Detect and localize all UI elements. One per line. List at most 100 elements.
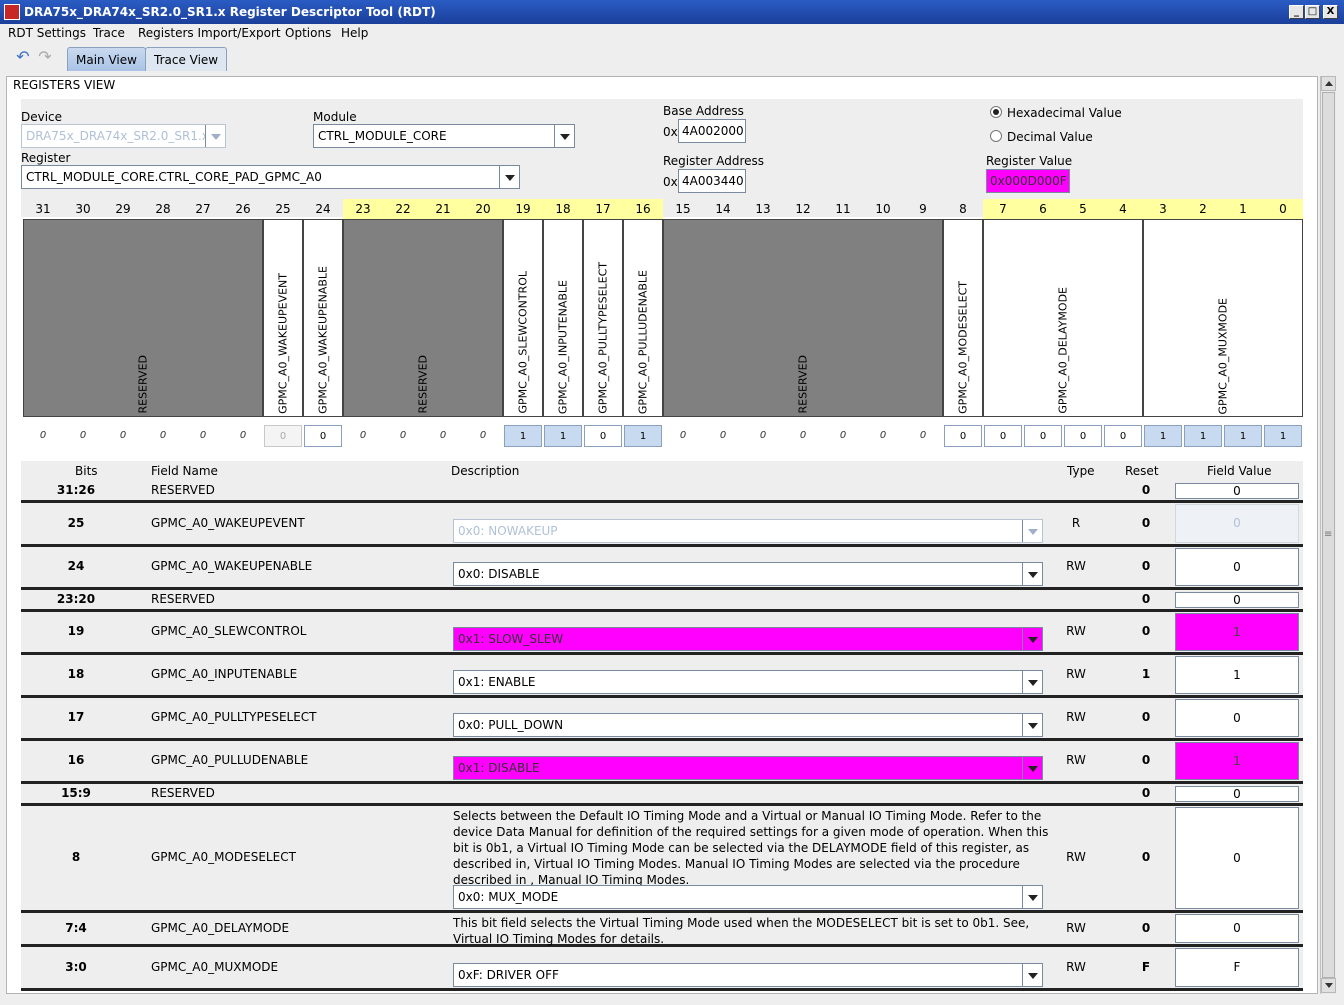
bit-number: 0 [1263,199,1303,219]
chevron-down-icon [554,125,574,147]
undo-icon[interactable]: ↶ [14,48,32,66]
bit-field[interactable]: GPMC_A0_WAKEUPENABLE [303,219,343,417]
field-name: GPMC_A0_MODESELECT [151,850,296,864]
menu-help[interactable]: Help [341,26,368,40]
maximize-button[interactable]: □ [1305,5,1320,19]
bit-number: 3 [1143,199,1183,219]
scroll-up-button[interactable] [1321,76,1336,91]
field-value-input[interactable]: 0 [1175,786,1299,802]
field-type: RW [1066,624,1086,638]
register-address-field[interactable]: 4A003440 [678,169,746,193]
field-value-input[interactable]: 0 [1175,504,1299,543]
field-value-combo[interactable]: 0x0: PULL_DOWN [453,713,1043,737]
field-value-input[interactable]: 0 [1175,548,1299,586]
bit-field[interactable]: GPMC_A0_MODESELECT [943,219,983,417]
base-address-field[interactable]: 4A002000 [678,119,746,143]
bit-value[interactable]: 1 [1144,425,1182,447]
bit-field[interactable]: GPMC_A0_WAKEUPEVENT [263,219,303,417]
bit-value: 0 [399,430,407,441]
bit-value[interactable]: 1 [504,425,542,447]
bit-field[interactable]: GPMC_A0_DELAYMODE [983,219,1143,417]
bit-value: 0 [439,430,447,441]
field-value-input[interactable]: 0 [1175,807,1299,909]
bit-value: 0 [759,430,767,441]
bit-value[interactable]: 1 [1264,425,1302,447]
scroll-down-button[interactable] [1321,978,1336,993]
field-value-input[interactable]: F [1175,948,1299,987]
bit-value[interactable]: 1 [544,425,582,447]
bit-number: 31 [35,202,51,216]
field-value-combo[interactable]: 0x0: DISABLE [453,562,1043,586]
chevron-down-icon [499,166,519,188]
field-value-input[interactable]: 0 [1175,914,1299,943]
device-combo[interactable]: DRA75x_DRA74x_SR2.0_SR1.x [21,124,226,148]
field-value-input[interactable]: 0 [1175,699,1299,737]
bit-value[interactable]: 0 [1104,425,1142,447]
field-value-combo[interactable]: 0x1: SLOW_SLEW [453,627,1043,651]
field-value-input[interactable]: 0 [1175,483,1299,499]
field-value-combo[interactable]: 0xF: DRIVER OFF [453,963,1043,987]
tab-main-view[interactable]: Main View [67,47,146,71]
field-value-combo[interactable]: 0x0: MUX_MODE [453,885,1043,909]
bit-value: 0 [879,430,887,441]
field-value-combo[interactable]: 0x1: DISABLE [453,756,1043,780]
tab-trace-view[interactable]: Trace View [145,47,228,71]
module-label: Module [313,110,357,124]
bit-value[interactable]: 0 [584,425,622,447]
bit-field-label: GPMC_A0_SLEWCONTROL [516,271,530,414]
bit-field[interactable]: GPMC_A0_INPUTENABLE [543,219,583,417]
field-value-input[interactable]: 0 [1175,592,1299,608]
field-value-input[interactable]: 1 [1175,656,1299,694]
bit-field[interactable]: RESERVED [663,219,943,417]
bit-field[interactable]: GPMC_A0_PULLTYPESELECT [583,219,623,417]
register-combo[interactable]: CTRL_MODULE_CORE.CTRL_CORE_PAD_GPMC_A0 [21,165,520,189]
bit-value[interactable]: 0 [1024,425,1062,447]
bit-field[interactable]: RESERVED [23,219,263,417]
menu-registers-import-export[interactable]: Registers Import/Export [138,26,281,40]
bit-value[interactable]: 0 [944,425,982,447]
field-reset: 0 [1141,850,1151,864]
field-reset: 1 [1141,667,1151,681]
bit-number: 21 [423,199,463,219]
table-row: 25 GPMC_A0_WAKEUPEVENT R 0 0x0: NOWAKEUP 0 [21,503,1303,547]
bit-value[interactable]: 0 [264,425,302,447]
table-row: 23:20 RESERVED 0 0 [21,590,1303,612]
menu-options[interactable]: Options [285,26,331,40]
bit-field-label: RESERVED [136,355,150,414]
bit-value[interactable]: 1 [1224,425,1262,447]
field-value-combo[interactable]: 0x1: ENABLE [453,670,1043,694]
bit-number: 11 [835,202,851,216]
field-value-input[interactable]: 1 [1175,742,1299,780]
bit-field[interactable]: GPMC_A0_SLEWCONTROL [503,219,543,417]
minimize-button[interactable]: _ [1289,5,1304,19]
hex-radio[interactable] [990,106,1002,118]
bit-value[interactable]: 0 [304,425,342,447]
vertical-scrollbar[interactable] [1320,76,1336,994]
field-value-input[interactable]: 1 [1175,613,1299,651]
menu-rdt-settings[interactable]: RDT Settings [8,26,86,40]
bit-field[interactable]: GPMC_A0_PULLUDENABLE [623,219,663,417]
field-bits: 17 [67,710,85,724]
bit-number: 30 [75,202,91,216]
menu-trace[interactable]: Trace [93,26,125,40]
bit-value[interactable]: 1 [1184,425,1222,447]
register-value-field[interactable]: 0x000D000F [986,169,1070,193]
header-type: Type [1067,464,1095,478]
field-type: RW [1066,960,1086,974]
bit-value[interactable]: 0 [984,425,1022,447]
redo-icon[interactable]: ↷ [36,48,54,66]
decimal-radio[interactable] [990,130,1002,142]
bit-field[interactable]: RESERVED [343,219,503,417]
close-button[interactable]: X [1323,5,1338,19]
bit-value[interactable]: 1 [624,425,662,447]
bit-value: 0 [119,430,127,441]
bit-number: 12 [795,202,811,216]
bit-value: 0 [39,430,47,441]
bit-value[interactable]: 0 [1064,425,1102,447]
scroll-thumb[interactable] [1322,92,1335,978]
field-type: RW [1066,753,1086,767]
field-value-combo[interactable]: 0x0: NOWAKEUP [453,519,1043,543]
module-combo[interactable]: CTRL_MODULE_CORE [313,124,575,148]
bit-field[interactable]: GPMC_A0_MUXMODE [1143,219,1303,417]
chevron-down-icon [1022,964,1042,986]
